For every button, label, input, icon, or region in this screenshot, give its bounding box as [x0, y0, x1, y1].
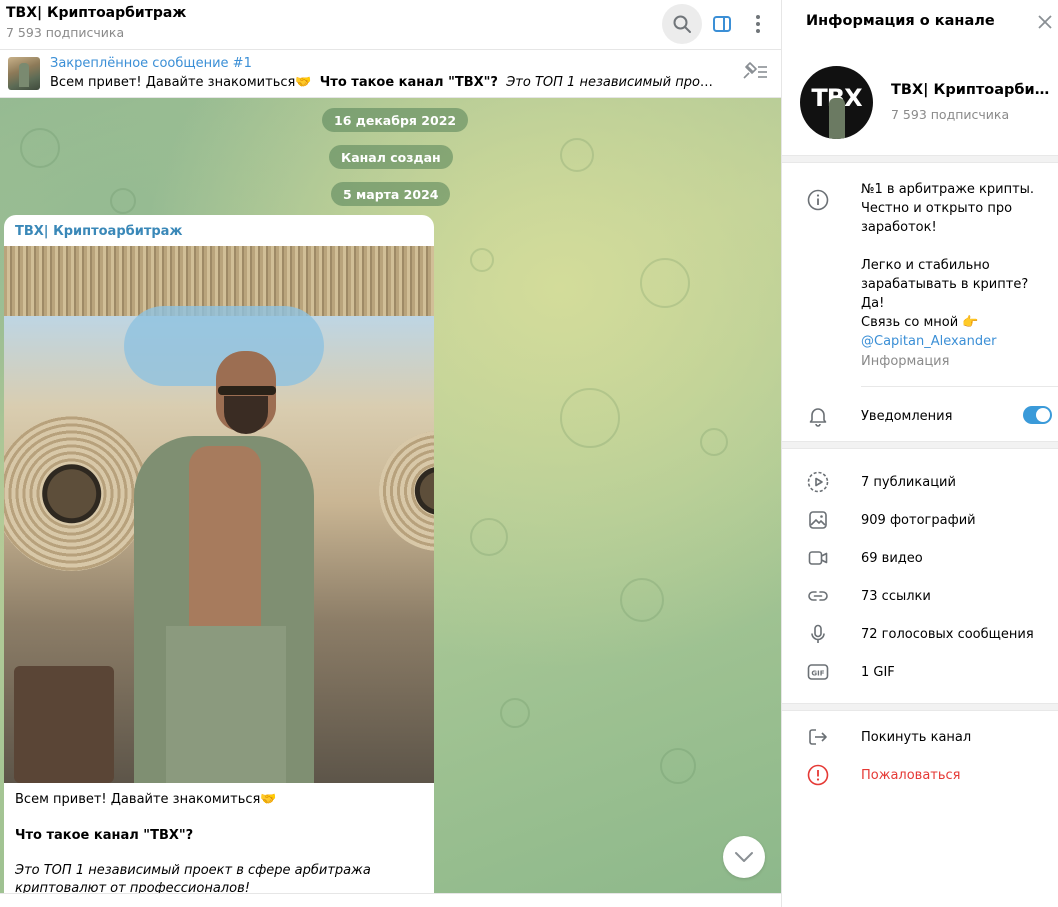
service-message: Канал создан: [329, 145, 453, 169]
more-menu-button[interactable]: [738, 4, 778, 44]
search-button[interactable]: [662, 4, 702, 44]
service-message-label: Канал создан: [341, 149, 441, 165]
doodle-pattern: [20, 128, 60, 168]
chevron-down-icon: [735, 852, 753, 862]
doodle-pattern: [640, 258, 690, 308]
photo-detail: [4, 416, 149, 571]
close-info-button[interactable]: [1037, 14, 1053, 34]
leave-icon: [806, 725, 830, 749]
bell-icon: [806, 404, 830, 428]
link-icon: [806, 584, 830, 608]
date-separator: 16 декабря 2022: [322, 108, 469, 132]
photo-detail: [166, 626, 286, 783]
row-divider: [861, 386, 1058, 387]
media-row-voice[interactable]: 72 голосовых сообщения: [861, 627, 1034, 642]
doodle-pattern: [470, 518, 508, 556]
doodle-pattern: [660, 748, 696, 784]
unpin-icon: [743, 62, 767, 79]
post-question: Что такое канал "ТВХ"?: [15, 827, 194, 843]
photo-detail: [379, 431, 434, 551]
scroll-to-bottom-button[interactable]: [723, 836, 765, 878]
post-greeting: Всем привет! Давайте знакомиться🤝: [15, 792, 277, 807]
description-line: [861, 237, 1051, 256]
search-icon: [673, 15, 691, 33]
post-body: Это ТОП 1 независимый проект в сфере арб…: [15, 863, 371, 893]
post-photo[interactable]: [4, 246, 434, 783]
doodle-pattern: [500, 698, 530, 728]
pinned-greeting: Всем привет! Давайте знакомиться🤝: [50, 75, 312, 90]
svg-text:GIF: GIF: [811, 669, 824, 677]
description-line: Честно и открыто про: [861, 201, 1013, 216]
chat-title[interactable]: TBX| Криптоарбитраж: [6, 5, 186, 21]
doodle-pattern: [620, 578, 664, 622]
date-separator-label: 5 марта 2024: [343, 186, 439, 202]
description-caption: Информация: [861, 354, 950, 369]
photo-detail: [189, 446, 261, 636]
media-row-gif[interactable]: 1 GIF: [861, 665, 895, 680]
report-button[interactable]: Пожаловаться: [861, 768, 961, 783]
toggle-info-panel-button[interactable]: [702, 4, 742, 44]
section-divider: [782, 703, 1058, 711]
contact-link[interactable]: @Capitan_Alexander: [861, 332, 1051, 351]
video-camera-icon: [806, 546, 830, 570]
more-vertical-icon: [756, 15, 760, 33]
pinned-thumbnail: [8, 57, 40, 90]
description-line: Связь со мной 👉: [861, 315, 979, 330]
channel-subscribers: 7 593 подписчика: [891, 107, 1010, 122]
notifications-toggle[interactable]: [1023, 406, 1052, 424]
avatar-figure: [829, 98, 845, 139]
description-line: Да!: [861, 296, 885, 311]
pinned-preview: Всем привет! Давайте знакомиться🤝 Что та…: [50, 75, 720, 90]
photo-detail: [218, 386, 276, 395]
report-icon: [806, 763, 830, 787]
description-line: Легко и стабильно: [861, 258, 990, 273]
doodle-pattern: [560, 388, 620, 448]
video-play-icon: [806, 470, 830, 494]
chat-subscriber-count: 7 593 подписчика: [6, 25, 125, 40]
gif-icon: GIF: [806, 660, 830, 684]
pinned-message-bar[interactable]: Закреплённое сообщение #1 Всем привет! Д…: [0, 50, 781, 98]
channel-info-panel: Информация о канале TBX TBX| Криптоарбит…: [781, 0, 1058, 907]
channel-avatar[interactable]: TBX: [800, 66, 873, 139]
notifications-label: Уведомления: [861, 409, 953, 424]
post-text: Всем привет! Давайте знакомиться🤝 Что та…: [15, 791, 425, 893]
doodle-pattern: [560, 138, 594, 172]
media-row-posts[interactable]: 7 публикаций: [861, 475, 956, 490]
channel-post[interactable]: TBX| Криптоарбитраж Всем привет! Давайте…: [4, 215, 434, 893]
channel-name: TBX| Криптоарбитраж: [891, 82, 1056, 98]
media-row-videos[interactable]: 69 видео: [861, 551, 923, 566]
description-line: зарабатывать в крипте?: [861, 277, 1029, 292]
leave-channel-button[interactable]: Покинуть канал: [861, 730, 971, 745]
photo-icon: [806, 508, 830, 532]
section-divider: [782, 155, 1058, 163]
sidebar-toggle-icon: [713, 16, 731, 32]
composer-bar: [0, 893, 781, 907]
date-separator: 5 марта 2024: [331, 182, 451, 206]
chat-header[interactable]: TBX| Криптоарбитраж 7 593 подписчика: [0, 0, 781, 50]
date-separator-label: 16 декабря 2022: [334, 112, 457, 128]
pinned-teaser: Это ТОП 1 независимый проект в сфере а..…: [506, 75, 720, 90]
doodle-pattern: [470, 248, 494, 272]
chat-pane: TBX| Криптоарбитраж 7 593 подписчика Зак…: [0, 0, 781, 907]
microphone-icon: [806, 622, 830, 646]
close-icon: [1038, 15, 1052, 29]
section-divider: [782, 441, 1058, 449]
doodle-pattern: [110, 188, 136, 214]
photo-detail: [14, 666, 114, 783]
media-row-photos[interactable]: 909 фотографий: [861, 513, 976, 528]
media-row-links[interactable]: 73 ссылки: [861, 589, 931, 604]
pinned-title: Закреплённое сообщение #1: [50, 56, 252, 71]
info-panel-title: Информация о канале: [806, 13, 995, 29]
description-line: заработок!: [861, 220, 937, 235]
post-author[interactable]: TBX| Криптоарбитраж: [15, 224, 182, 239]
info-circle-icon: [806, 188, 830, 212]
doodle-pattern: [700, 428, 728, 456]
description-line: №1 в арбитраже крипты.: [861, 182, 1035, 197]
channel-description: №1 в арбитраже крипты. Честно и открыто …: [861, 180, 1051, 351]
unpin-button[interactable]: [742, 62, 768, 86]
pinned-question: Что такое канал "ТВХ"?: [319, 75, 498, 90]
